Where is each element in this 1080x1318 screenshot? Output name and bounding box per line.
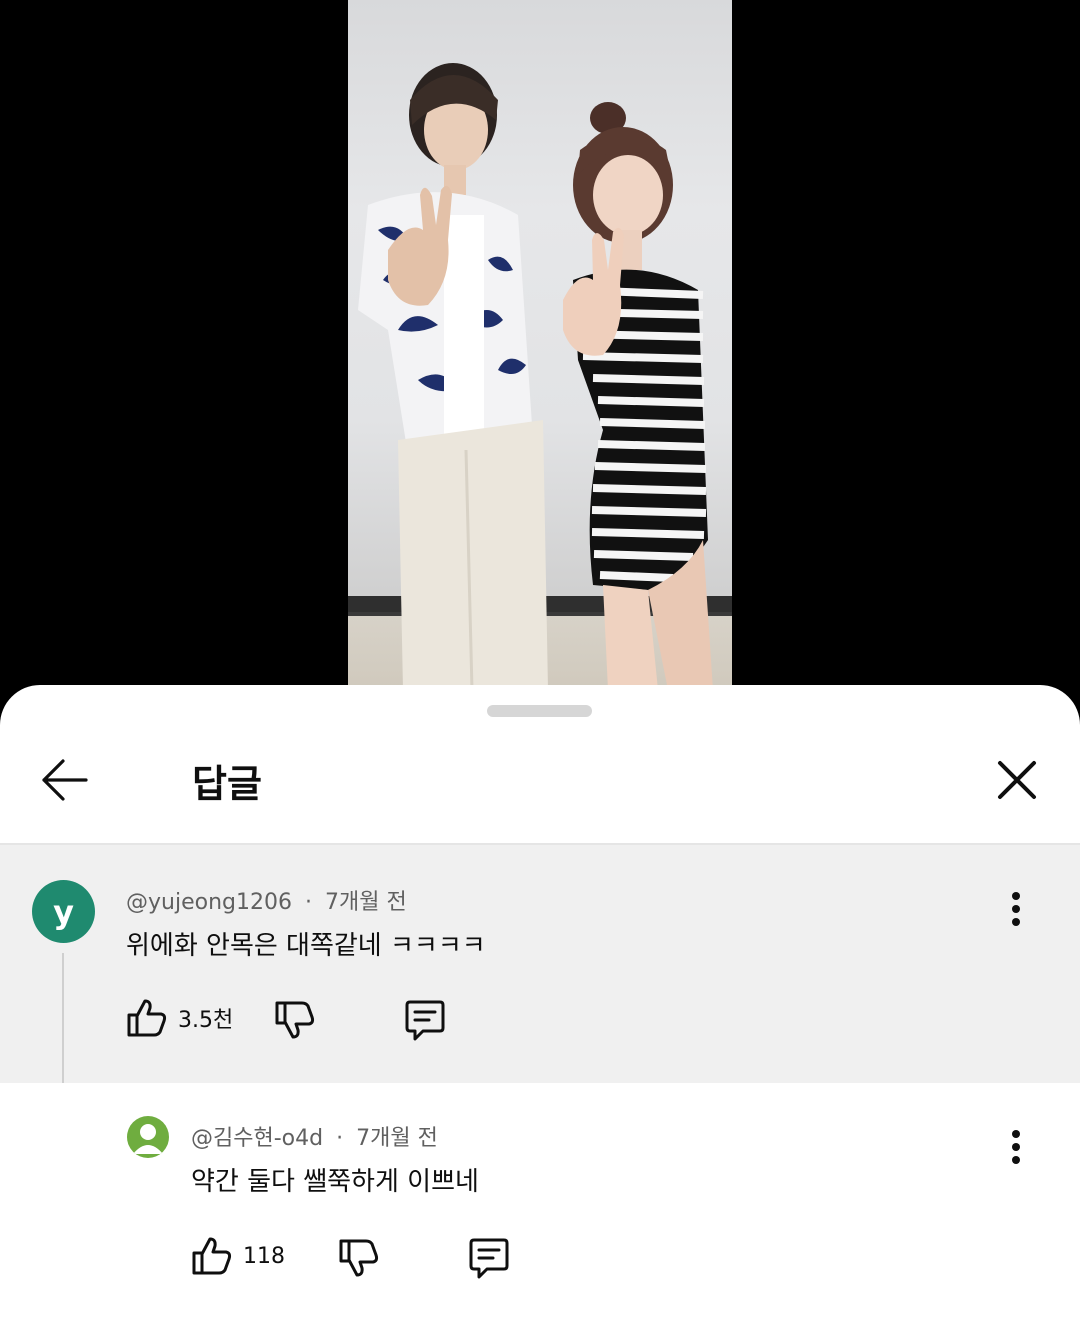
comment-meta: @김수현-o4d · 7개월 전 [191,1120,438,1152]
back-button[interactable] [28,747,100,813]
thumbs-up-icon [127,999,167,1037]
sheet-header: 답글 [0,725,1080,843]
comment-author[interactable]: @yujeong1206 [126,890,292,915]
close-button[interactable] [984,747,1050,813]
avatar[interactable] [127,1116,169,1158]
close-icon [998,761,1036,799]
video-frame-figures [358,63,713,691]
thumbs-down-icon [339,1239,379,1277]
thumbs-up-icon [192,1237,232,1275]
dislike-button[interactable] [274,999,316,1041]
like-count: 3.5천 [178,1008,234,1033]
more-options-button[interactable] [994,1117,1038,1177]
comment-text: 약간 둘다 쌜쭉하게 이쁘네 [191,1167,479,1197]
sheet-title: 답글 [192,762,262,806]
comment-icon [469,1238,509,1279]
screen: 답글 y @yujeong1206 · 7개월 전 위에화 안목은 대쪽같네 ㅋ… [0,0,1080,1318]
comment-time: 7개월 전 [324,890,407,915]
reply-comment: @김수현-o4d · 7개월 전 약간 둘다 쌜쭉하게 이쁘네 118 [0,1083,1080,1318]
like-count: 118 [243,1243,285,1269]
replies-sheet: 답글 y @yujeong1206 · 7개월 전 위에화 안목은 대쪽같네 ㅋ… [0,685,1080,1318]
more-vertical-icon [1012,1130,1020,1164]
default-user-icon [133,1124,163,1154]
comment-text: 위에화 안목은 대쪽같네 ㅋㅋㅋㅋ [126,931,486,961]
like-button[interactable]: 118 [191,1235,285,1277]
avatar[interactable]: y [32,880,95,943]
avatar-letter: y [53,892,74,931]
video-player[interactable] [348,0,732,700]
comment-icon [405,1000,445,1041]
arrow-left-icon [42,759,88,801]
reply-button[interactable] [467,1237,511,1281]
like-button[interactable]: 3.5천 [126,997,233,1039]
more-vertical-icon [1012,892,1020,926]
more-options-button[interactable] [994,879,1038,939]
comment-meta: @yujeong1206 · 7개월 전 [126,884,407,916]
dislike-button[interactable] [338,1237,380,1279]
meta-separator: · [336,1126,344,1151]
thumbs-down-icon [275,1001,315,1039]
meta-separator: · [304,890,312,915]
parent-comment: y @yujeong1206 · 7개월 전 위에화 안목은 대쪽같네 ㅋㅋㅋㅋ… [0,845,1080,1083]
comment-author[interactable]: @김수현-o4d [191,1126,323,1151]
drag-handle[interactable] [487,705,592,717]
reply-button[interactable] [403,999,447,1043]
comment-time: 7개월 전 [356,1126,438,1151]
